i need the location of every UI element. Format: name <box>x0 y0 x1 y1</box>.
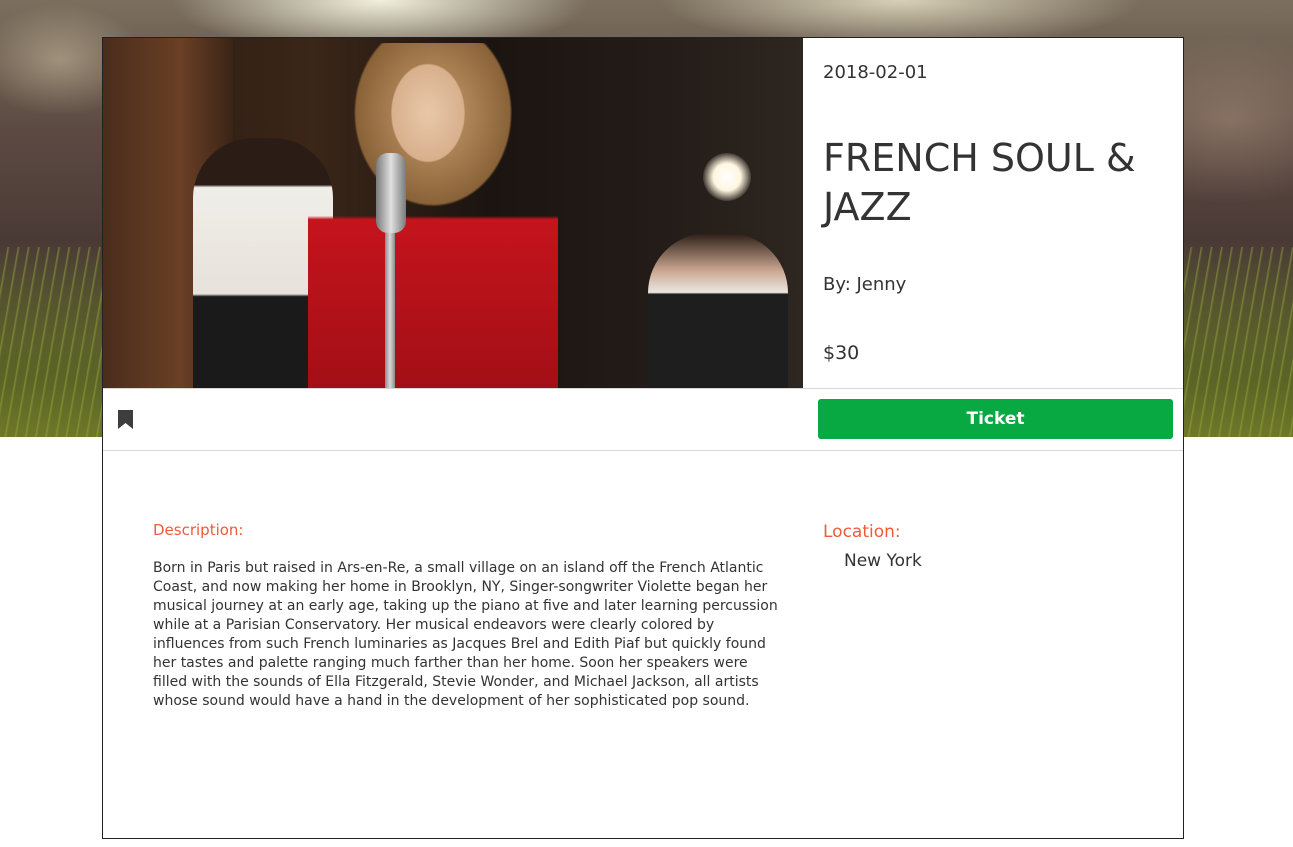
event-photo <box>103 38 803 388</box>
location-label: Location: <box>823 522 901 542</box>
event-card: 2018-02-01 FRENCH SOUL & JAZZ By: Jenny … <box>102 37 1184 839</box>
photo-singer <box>308 43 558 388</box>
action-bar: Ticket <box>103 388 1183 451</box>
grass-right-decoration <box>1183 247 1293 437</box>
photo-drummer <box>648 233 788 388</box>
event-title: FRENCH SOUL & JAZZ <box>823 136 1136 229</box>
description-text: Born in Paris but raised in Ars-en-Re, a… <box>153 560 778 709</box>
event-details: Description: Born in Paris but raised in… <box>103 451 1183 839</box>
bookmark-icon[interactable] <box>118 410 133 429</box>
event-author: By: Jenny <box>823 274 907 295</box>
event-date: 2018-02-01 <box>823 62 928 83</box>
description-label: Description: <box>153 521 244 539</box>
event-info: 2018-02-01 FRENCH SOUL & JAZZ By: Jenny … <box>803 38 1183 388</box>
photo-stage-light <box>703 153 751 201</box>
event-header: 2018-02-01 FRENCH SOUL & JAZZ By: Jenny … <box>103 38 1183 388</box>
event-price: $30 <box>823 342 860 364</box>
photo-mic <box>376 153 406 233</box>
ticket-button[interactable]: Ticket <box>818 399 1173 439</box>
grass-left-decoration <box>0 247 102 437</box>
location-value: New York <box>844 551 922 571</box>
